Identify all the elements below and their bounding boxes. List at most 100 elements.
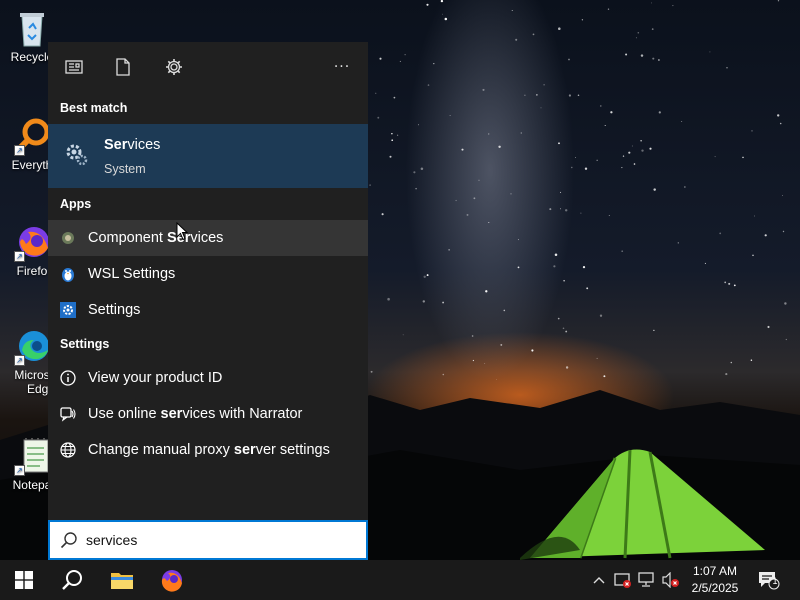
result-component-services[interactable]: Component Services bbox=[48, 220, 368, 256]
star bbox=[568, 94, 572, 97]
file-explorer-icon[interactable] bbox=[98, 560, 146, 600]
shortcut-arrow-icon: ↗ bbox=[14, 251, 25, 262]
chevron-up-icon[interactable] bbox=[590, 560, 608, 600]
star bbox=[608, 214, 610, 217]
star bbox=[415, 187, 417, 190]
star bbox=[621, 250, 624, 253]
notifications-icon[interactable]: 1 bbox=[754, 560, 784, 600]
result-online-services-narrator[interactable]: Use online services with Narrator bbox=[48, 396, 368, 432]
more-icon[interactable]: ··· bbox=[330, 56, 354, 78]
settings-heading: Settings bbox=[60, 337, 110, 351]
services-gear-icon bbox=[64, 142, 88, 166]
search-box[interactable] bbox=[48, 520, 368, 560]
star bbox=[562, 327, 565, 330]
result-settings[interactable]: Settings bbox=[48, 292, 368, 328]
star bbox=[568, 58, 570, 61]
wallpaper-tent bbox=[520, 449, 765, 560]
star bbox=[681, 121, 683, 123]
best-match-title: Services bbox=[104, 137, 161, 153]
star bbox=[709, 51, 711, 53]
star bbox=[580, 212, 582, 214]
star bbox=[784, 302, 787, 305]
star bbox=[440, 0, 444, 3]
star bbox=[369, 184, 371, 186]
gear-icon[interactable] bbox=[162, 56, 186, 78]
star bbox=[426, 3, 429, 6]
search-results-panel: ··· Best match Services System Apps Comp… bbox=[48, 42, 368, 520]
result-proxy-server-settings[interactable]: Change manual proxy server settings bbox=[48, 432, 368, 468]
star bbox=[754, 215, 755, 217]
star bbox=[640, 54, 644, 57]
star bbox=[751, 130, 753, 132]
info-icon bbox=[60, 370, 76, 386]
star bbox=[704, 262, 706, 264]
star bbox=[653, 188, 656, 191]
star bbox=[635, 37, 637, 39]
narrator-icon bbox=[60, 406, 76, 422]
clock-time: 1:07 AM bbox=[692, 564, 738, 578]
star bbox=[413, 171, 416, 174]
star bbox=[471, 335, 474, 337]
star bbox=[653, 329, 655, 332]
star bbox=[726, 67, 728, 69]
star bbox=[575, 157, 577, 159]
star bbox=[427, 84, 430, 86]
search-input[interactable] bbox=[86, 532, 346, 548]
star bbox=[442, 301, 445, 304]
star bbox=[391, 132, 393, 135]
star bbox=[684, 186, 686, 188]
star bbox=[422, 300, 426, 303]
settings-gear-icon bbox=[60, 302, 76, 318]
shortcut-arrow-icon: ↗ bbox=[14, 145, 25, 156]
mouse-cursor-icon bbox=[176, 222, 188, 241]
document-icon[interactable] bbox=[111, 56, 135, 78]
volume-muted-icon[interactable] bbox=[660, 560, 682, 600]
star bbox=[466, 213, 469, 216]
star bbox=[485, 290, 488, 293]
star bbox=[621, 167, 623, 169]
firefox-icon: ↗ bbox=[12, 222, 52, 262]
result-wsl-settings[interactable]: WSL Settings bbox=[48, 256, 368, 292]
star bbox=[628, 151, 631, 154]
star bbox=[581, 19, 584, 21]
taskbar-search-icon[interactable] bbox=[48, 560, 96, 600]
result-view-product-id[interactable]: View your product ID bbox=[48, 360, 368, 396]
star bbox=[531, 349, 534, 352]
security-icon[interactable] bbox=[612, 560, 634, 600]
star bbox=[560, 191, 562, 193]
windows-start-icon[interactable] bbox=[0, 560, 48, 600]
star bbox=[658, 111, 661, 114]
taskbar-firefox-icon[interactable] bbox=[148, 560, 196, 600]
taskbar-clock[interactable]: 1:07 AM 2/5/2025 bbox=[682, 563, 748, 597]
star bbox=[641, 149, 644, 152]
best-match-services[interactable]: Services System bbox=[48, 124, 368, 188]
star bbox=[433, 62, 435, 65]
star bbox=[777, 114, 780, 117]
star bbox=[515, 38, 518, 41]
star bbox=[375, 92, 377, 94]
notepad-icon: ↗ bbox=[12, 436, 52, 476]
globe-icon bbox=[60, 442, 76, 458]
taskbar: 1:07 AM 2/5/2025 1 bbox=[0, 560, 800, 600]
star bbox=[651, 28, 654, 30]
star bbox=[584, 167, 588, 170]
news-icon[interactable] bbox=[62, 56, 86, 78]
star bbox=[631, 145, 633, 147]
star bbox=[461, 148, 464, 151]
star bbox=[652, 57, 655, 60]
star bbox=[558, 142, 560, 145]
star bbox=[563, 280, 565, 282]
result-label: Use online services with Narrator bbox=[88, 406, 303, 422]
star bbox=[777, 0, 780, 2]
star bbox=[750, 359, 753, 361]
star bbox=[764, 234, 767, 237]
star bbox=[377, 116, 380, 119]
star bbox=[607, 8, 610, 10]
star bbox=[767, 325, 770, 329]
star bbox=[637, 32, 640, 34]
clock-date: 2/5/2025 bbox=[691, 581, 739, 595]
star bbox=[560, 208, 561, 210]
network-icon[interactable] bbox=[636, 560, 658, 600]
result-label: View your product ID bbox=[88, 370, 223, 386]
star bbox=[393, 96, 396, 99]
